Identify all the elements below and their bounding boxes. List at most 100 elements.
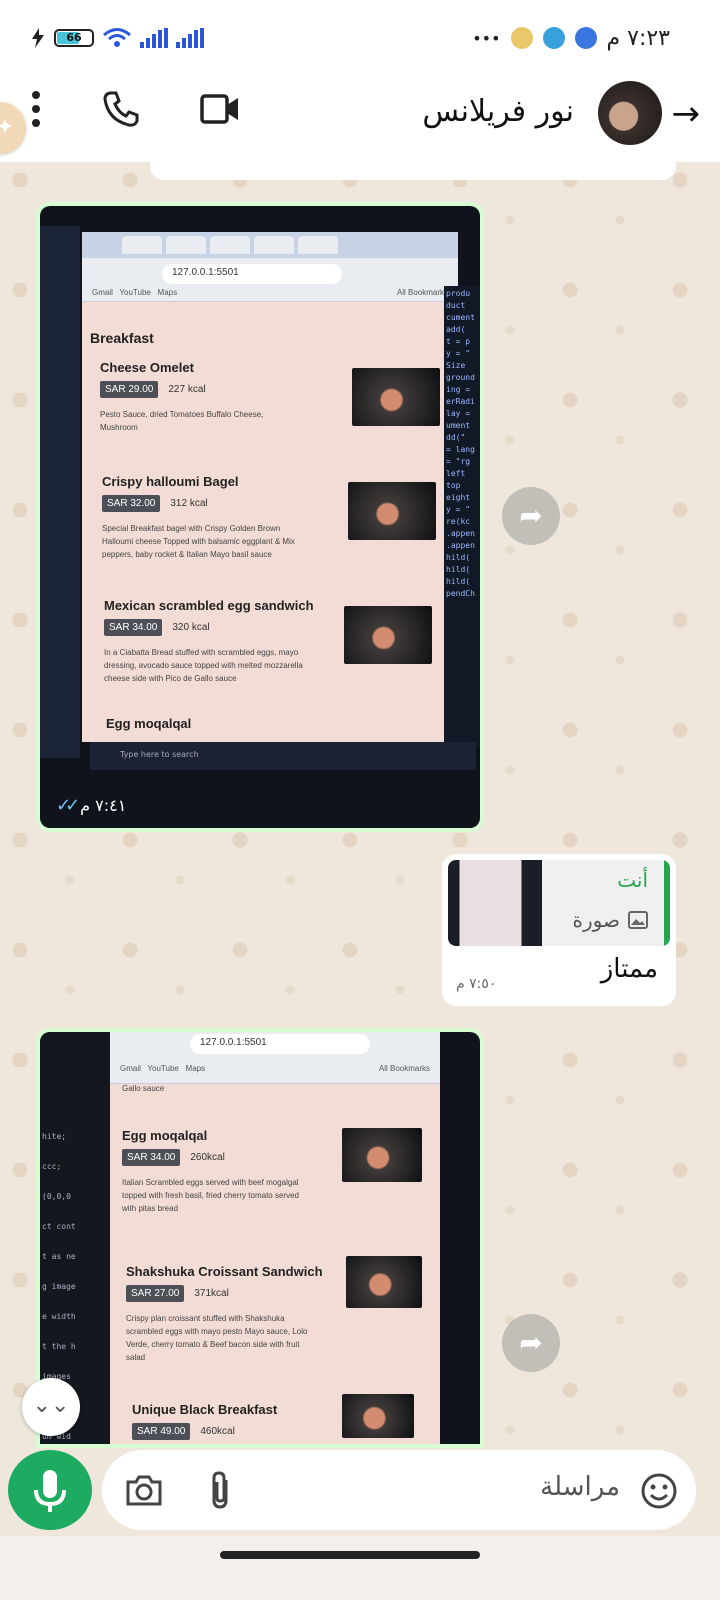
browser-window-2: 127.0.0.1:5501 Gmail YouTube Maps All Bo… (110, 1032, 440, 1444)
bookmark-maps: Maps (157, 288, 178, 297)
item-kcal: 320 kcal (172, 622, 210, 633)
dish-photo (352, 368, 440, 426)
bookmark-maps: Maps (185, 1064, 206, 1073)
all-bookmarks: All Bookmarks (396, 288, 448, 297)
item-price: SAR 49.00 (132, 1423, 191, 1440)
item-price: SAR 27.00 (126, 1285, 185, 1302)
taskbar-search: Type here to search (120, 750, 199, 759)
item-kcal: 312 kcal (170, 498, 208, 509)
paperclip-icon[interactable] (208, 1470, 234, 1510)
mic-icon (34, 1470, 66, 1512)
image-time: ٧:٤١ م (80, 796, 127, 815)
dish-photo (342, 1394, 414, 1438)
item-description: Crispy plan croissant stuffed with Shaks… (126, 1314, 308, 1362)
item-description: Special Breakfast bagel with Crispy Gold… (102, 524, 295, 559)
chat-notification-icon (574, 27, 597, 49)
read-ticks-icon: ✓✓ (56, 795, 80, 816)
bookmarks-bar: Gmail YouTube Maps (120, 1064, 205, 1073)
status-right: ••• ٧:٢٣ م (472, 26, 670, 51)
contact-name[interactable]: نور فريلانس (422, 94, 574, 129)
item-name: Egg moqalqal (106, 716, 192, 731)
forward-icon[interactable]: ➦ (502, 487, 560, 545)
mic-button[interactable] (8, 1450, 92, 1530)
item-kcal: 371kcal (194, 1288, 229, 1299)
contact-avatar[interactable] (598, 81, 662, 145)
home-indicator[interactable] (220, 1551, 480, 1559)
clock: ٧:٢٣ م (606, 25, 671, 51)
message-text: ممتاز (600, 954, 658, 984)
overflow-dots: ••• (472, 28, 501, 48)
browser-toolbar: 127.0.0.1:5501 Gmail YouTube Maps All Bo… (82, 232, 458, 302)
notification-app-icon (510, 27, 533, 49)
dish-photo (344, 606, 432, 664)
message-input[interactable]: مراسلة (540, 1472, 620, 1502)
reply-quote[interactable]: أنت صورة (448, 860, 670, 946)
charging-icon (32, 28, 44, 48)
camera-icon[interactable] (124, 1472, 164, 1508)
browser-tabs (82, 232, 458, 258)
bookmark-gmail: Gmail (92, 288, 113, 297)
photo-2[interactable]: hite; ccc; (0,0,0 ct cont t as ne g image e wi… (40, 1032, 480, 1444)
menu-item: Mexican scrambled egg sandwich SAR 34.00… (90, 598, 440, 685)
more-vert-icon[interactable] (30, 90, 42, 128)
video-icon[interactable] (200, 93, 240, 125)
forward-icon-2[interactable]: ➦ (502, 1314, 560, 1372)
quote-kind: صورة (573, 908, 648, 932)
section-heading: Breakfast (90, 330, 154, 346)
item-kcal: 227 kcal (168, 384, 206, 395)
code-editor-strip: produ duct cument add(t = py = " Size ground i… (444, 286, 480, 748)
battery-level: 66 (66, 31, 82, 44)
taskbar-left-rail (40, 226, 80, 758)
outgoing-message[interactable]: أنت صورة ممتاز ٧:٥٠ م (442, 854, 676, 1006)
browser-toolbar: 127.0.0.1:5501 Gmail YouTube Maps All Bo… (110, 1032, 440, 1084)
signal-icon-2 (176, 28, 204, 48)
photo-1[interactable]: 127.0.0.1:5501 Gmail YouTube Maps All Bo… (40, 206, 480, 828)
menu-item: Cheese Omelet SAR 29.00 227 kcal Pesto Sa… (90, 360, 440, 434)
fragment-text: Gallo sauce (122, 1084, 165, 1093)
item-kcal: 260kcal (190, 1152, 225, 1163)
nav-bar-area (0, 1536, 720, 1600)
dish-photo (346, 1256, 422, 1308)
menu-section-1: Breakfast Cheese Omelet SAR 29.00 227 kca… (90, 330, 440, 740)
dish-photo (348, 482, 436, 540)
menu-item: Egg moqalqal (90, 716, 440, 731)
item-description: Italian Scrambled eggs served with beef … (122, 1178, 299, 1213)
item-description: Pesto Sauce, dried Tomatoes Buffalo Chee… (100, 410, 264, 432)
bookmark-gmail: Gmail (120, 1064, 141, 1073)
message-composer[interactable]: مراسلة (102, 1450, 696, 1530)
status-bar: 66 ••• ٧:٢٣ م (0, 0, 720, 76)
item-description: In a Ciabatta Bread stuffed with scrambl… (104, 648, 303, 683)
item-kcal: 460kcal (200, 1426, 235, 1437)
all-bookmarks: All Bookmarks (378, 1064, 430, 1073)
image-icon (628, 911, 648, 929)
back-arrow-icon[interactable]: → (672, 94, 701, 134)
quoted-image-thumbnail (448, 860, 542, 946)
item-price: SAR 29.00 (100, 381, 159, 398)
quote-accent-bar (664, 860, 670, 946)
menu-item: Crispy halloumi Bagel SAR 32.00 312 kcal … (90, 474, 440, 561)
image-message-2[interactable]: hite; ccc; (0,0,0 ct cont t as ne g image e wi… (36, 1028, 484, 1448)
item-price: SAR 32.00 (102, 495, 161, 512)
menu-item: Unique Black Breakfast SAR 49.00 460kcal (122, 1394, 422, 1440)
chevron-double-down-icon[interactable]: ⌄⌄ (22, 1378, 80, 1436)
signal-icon (140, 28, 168, 48)
message-time: ٧:٥٠ م (456, 976, 497, 992)
image-message-1[interactable]: 127.0.0.1:5501 Gmail YouTube Maps All Bo… (36, 202, 484, 832)
emoji-icon[interactable] (640, 1472, 678, 1510)
browser-window-1: 127.0.0.1:5501 Gmail YouTube Maps All Bo… (82, 232, 458, 742)
item-price: SAR 34.00 (122, 1149, 181, 1166)
menu-item: Shakshuka Croissant Sandwich SAR 27.00 37… (122, 1256, 422, 1364)
url-bar: 127.0.0.1:5501 (162, 264, 342, 284)
windows-taskbar: Type here to search (90, 742, 476, 770)
url-bar: 127.0.0.1:5501 (190, 1034, 370, 1054)
header-actions (30, 90, 240, 128)
image-timestamp: ✓✓ ٧:٤١ م (56, 795, 126, 816)
battery-indicator: 66 (54, 29, 94, 47)
phone-icon[interactable] (102, 90, 140, 128)
wifi-icon (103, 28, 131, 47)
previous-message-bubble (150, 156, 676, 180)
bookmark-youtube: YouTube (119, 288, 151, 297)
menu-section-2: Gallo sauce Egg moqalqal SAR 34.00 260kca… (122, 1082, 422, 1444)
item-price: SAR 34.00 (104, 619, 163, 636)
chat-header: نور فريلانس → (0, 76, 720, 162)
